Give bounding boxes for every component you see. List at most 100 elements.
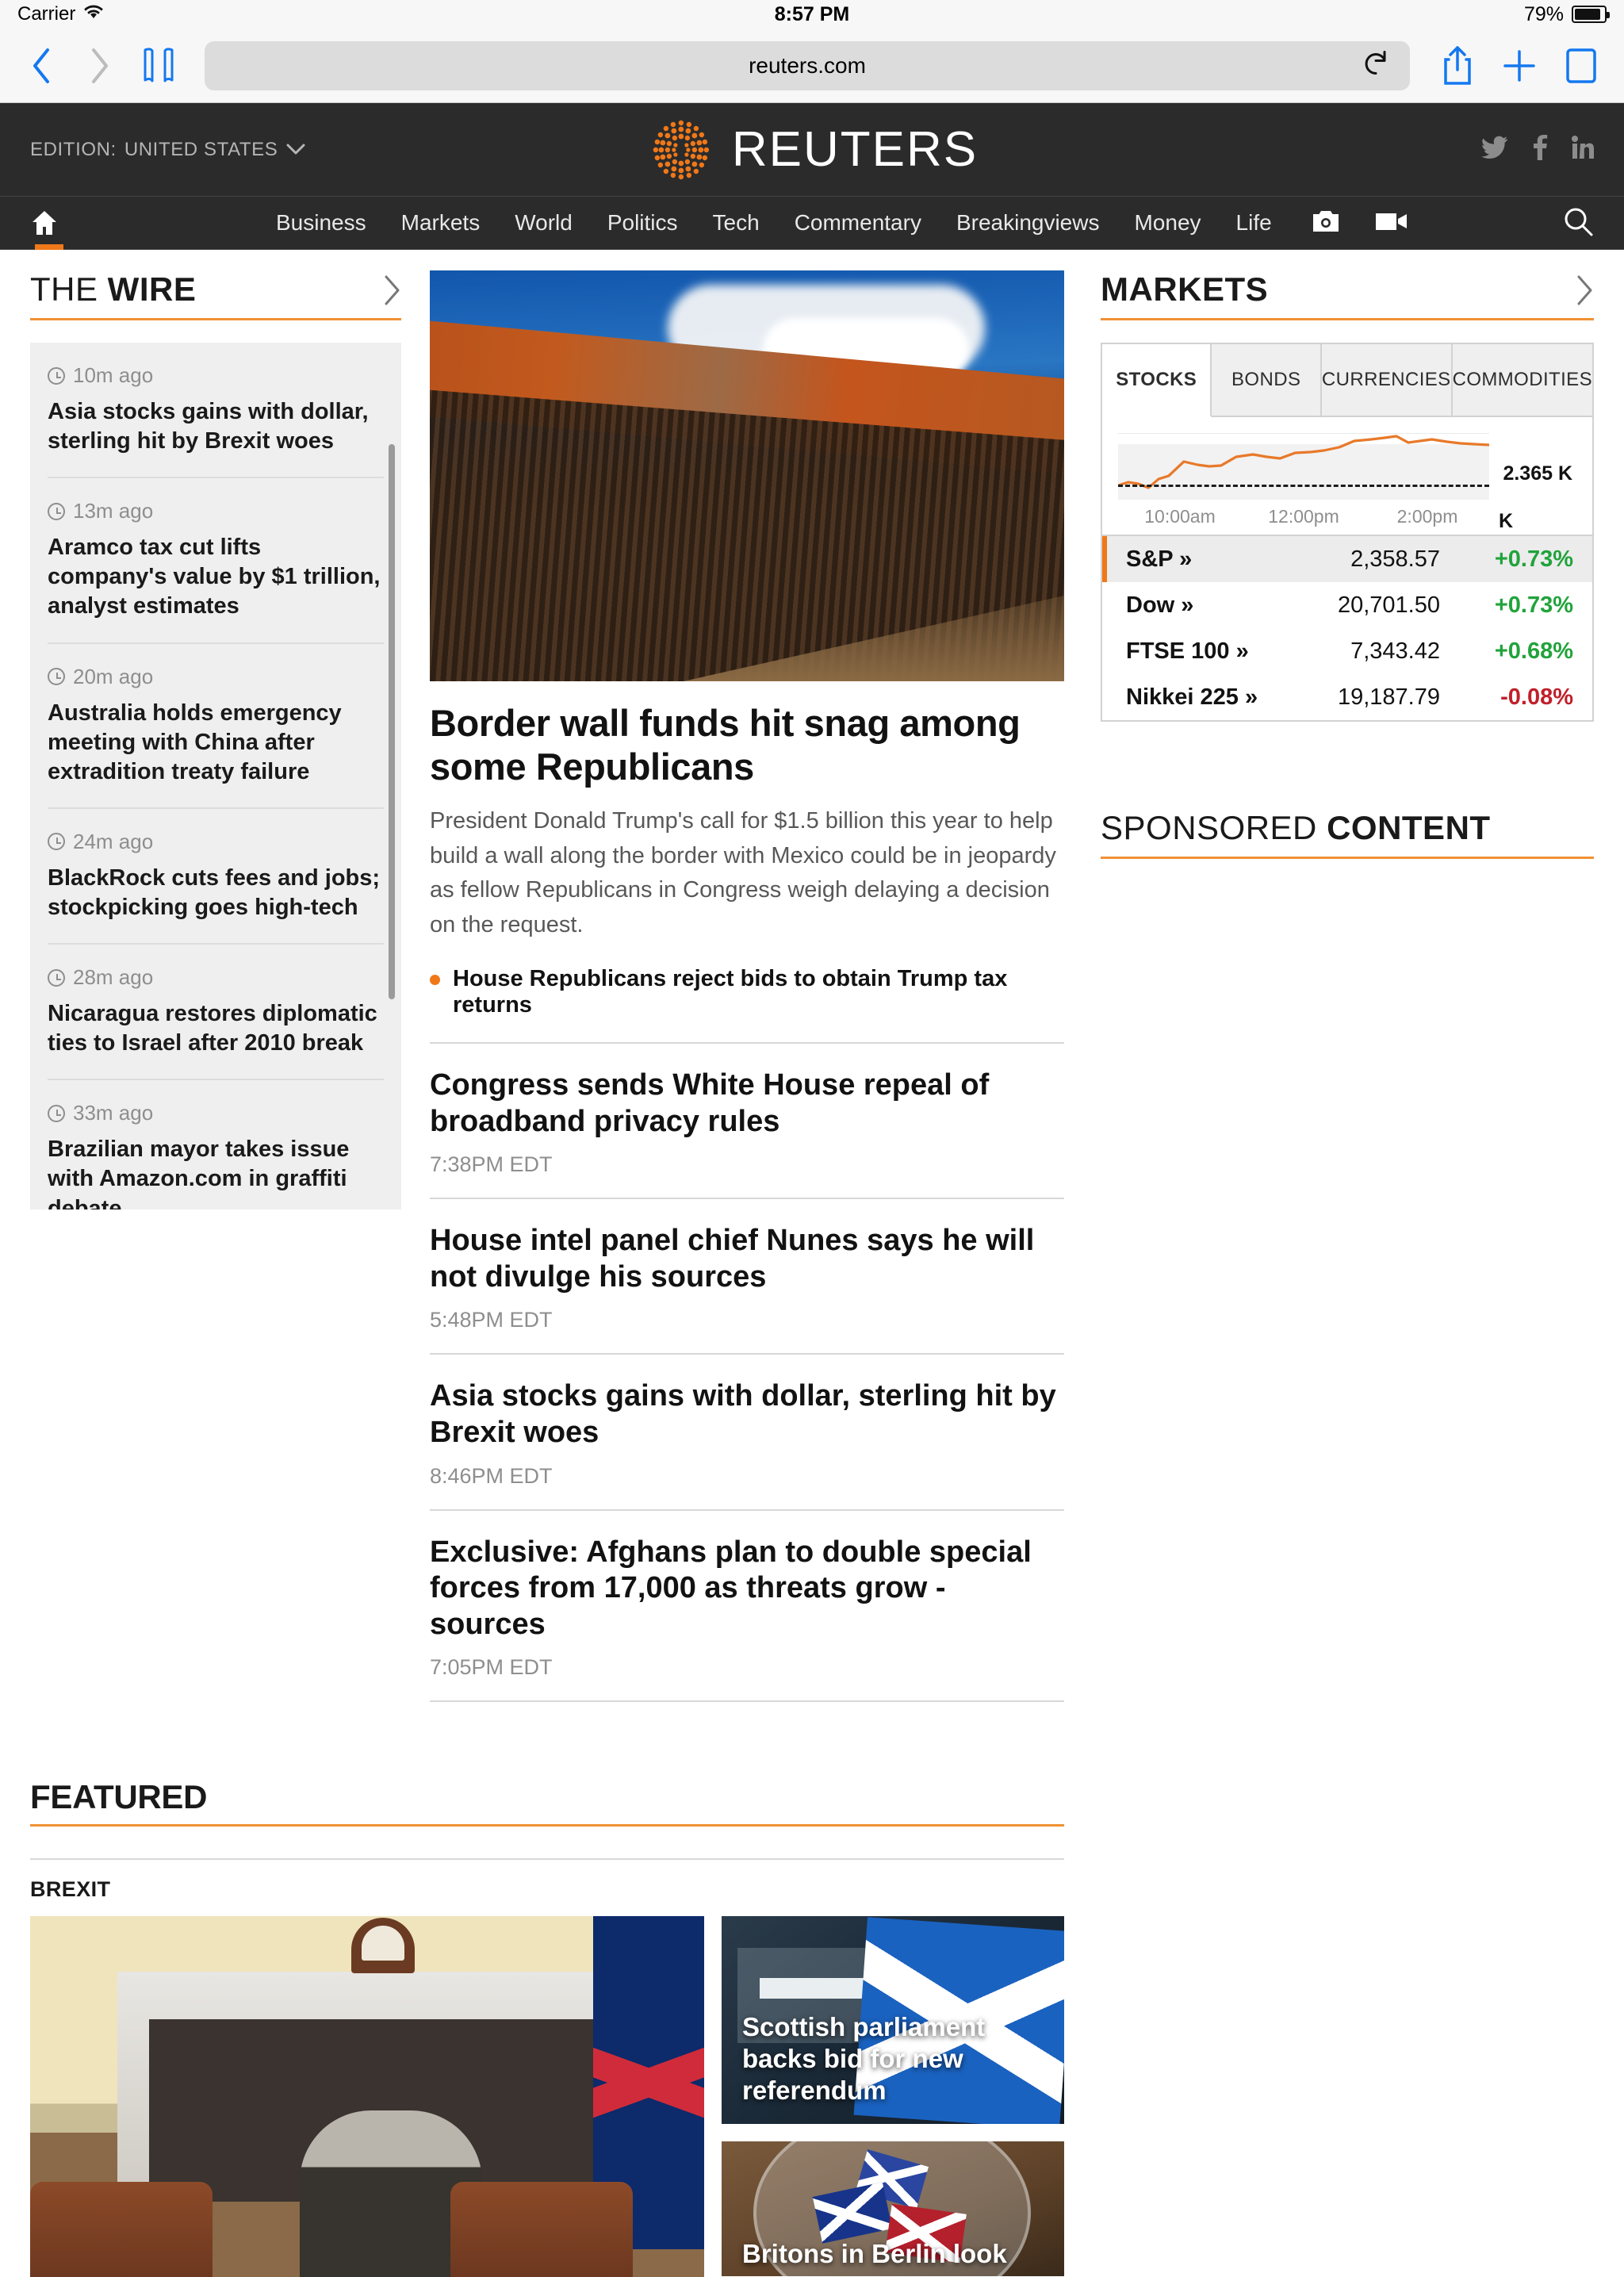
plus-icon[interactable] xyxy=(1499,48,1540,84)
list-item[interactable]: 24m ago BlackRock cuts fees and jobs; st… xyxy=(48,809,384,945)
nav-item-markets[interactable]: Markets xyxy=(401,210,481,236)
markets-card: STOCKS BONDS CURRENCIES COMMODITIES 2.36… xyxy=(1101,343,1594,722)
nav-item-world[interactable]: World xyxy=(515,210,573,236)
list-item[interactable]: 10m ago Asia stocks gains with dollar, s… xyxy=(48,343,384,479)
featured-card-tertiary[interactable]: Britons in Berlin look xyxy=(722,2141,1064,2277)
featured-card-caption: Scottish parliament backs bid for new re… xyxy=(742,2011,986,2106)
story-title: Exclusive: Afghans plan to double specia… xyxy=(430,1535,1032,1641)
sponsored-title-bold: CONTENT xyxy=(1327,809,1491,846)
index-change: +0.73% xyxy=(1494,546,1573,572)
chevron-right-icon[interactable] xyxy=(382,274,401,309)
wire-column: THE WIRE 10m ago Asia stocks gains with … xyxy=(30,270,401,1702)
x-tick: 12:00pm xyxy=(1268,506,1339,527)
share-icon[interactable] xyxy=(1437,44,1478,87)
markets-tabs: STOCKS BONDS CURRENCIES COMMODITIES xyxy=(1102,344,1592,417)
right-rail: MARKETS STOCKS BONDS CURRENCIES COMMODIT… xyxy=(1101,270,1594,1702)
chevron-down-icon xyxy=(285,139,306,161)
nav-item-politics[interactable]: Politics xyxy=(607,210,678,236)
featured-card-primary[interactable] xyxy=(30,1916,704,2277)
battery-icon xyxy=(1572,6,1610,23)
tab-bonds[interactable]: BONDS xyxy=(1212,344,1322,417)
tab-currencies[interactable]: CURRENCIES xyxy=(1321,344,1453,417)
wire-item-time-wrap: 33m ago xyxy=(48,1101,384,1125)
twitter-icon[interactable] xyxy=(1481,136,1508,163)
reuters-dots-icon xyxy=(646,115,716,185)
story-timestamp: 7:05PM EDT xyxy=(430,1655,553,1680)
markets-title: MARKETS xyxy=(1101,270,1269,308)
featured-title: FEATURED xyxy=(30,1778,208,1816)
tabs-icon[interactable] xyxy=(1561,46,1602,86)
wire-item-time-wrap: 10m ago xyxy=(48,363,384,388)
url-bar[interactable]: reuters.com xyxy=(205,40,1410,90)
wire-scrollbar[interactable] xyxy=(389,444,395,999)
tab-commodities[interactable]: COMMODITIES xyxy=(1452,344,1592,417)
x-tick: 10:00am xyxy=(1144,506,1216,527)
list-item[interactable]: 28m ago Nicaragua restores diplomatic ti… xyxy=(48,945,384,1081)
story-row[interactable]: Congress sends White House repeal of bro… xyxy=(430,1044,1064,1200)
search-icon[interactable] xyxy=(1562,205,1594,241)
list-item[interactable]: 13m ago Aramco tax cut lifts company's v… xyxy=(48,478,384,644)
main-column: Border wall funds hit snag among some Re… xyxy=(430,270,1064,1703)
related-link-text: House Republicans reject bids to obtain … xyxy=(453,966,1008,1018)
video-camera-icon[interactable] xyxy=(1375,210,1408,236)
nav-item-breakingviews[interactable]: Breakingviews xyxy=(956,210,1100,236)
sponsored-section-header: SPONSORED CONTENT xyxy=(1101,809,1594,859)
nav-item-money[interactable]: Money xyxy=(1134,210,1201,236)
main-story-headline[interactable]: Border wall funds hit snag among some Re… xyxy=(430,702,1064,788)
index-change: -0.08% xyxy=(1500,684,1573,710)
story-title: Asia stocks gains with dollar, sterling … xyxy=(430,1379,1056,1449)
story-row[interactable]: Exclusive: Afghans plan to double specia… xyxy=(430,1511,1064,1703)
edition-selector[interactable]: EDITION: UNITED STATES xyxy=(30,139,306,161)
featured-section: FEATURED BREXIT Scottish parliament back… xyxy=(0,1778,1624,2277)
table-row[interactable]: FTSE 100 » 7,343.42 +0.68% xyxy=(1102,628,1592,674)
home-icon[interactable] xyxy=(30,196,78,250)
wire-item-title: Asia stocks gains with dollar, sterling … xyxy=(48,399,369,454)
tab-stocks[interactable]: STOCKS xyxy=(1102,344,1212,417)
table-row[interactable]: S&P » 2,358.57 +0.73% xyxy=(1102,536,1592,582)
reuters-wordmark: REUTERS xyxy=(731,122,979,177)
back-chevron-icon[interactable] xyxy=(22,47,60,85)
facebook-icon[interactable] xyxy=(1532,135,1548,164)
wire-item-time: 24m ago xyxy=(73,829,154,853)
table-row[interactable]: Dow » 20,701.50 +0.73% xyxy=(1102,582,1592,628)
status-clock: 8:57 PM xyxy=(774,2,850,25)
reuters-logo[interactable]: REUTERS xyxy=(646,115,978,185)
story-title: Congress sends White House repeal of bro… xyxy=(430,1068,990,1138)
camera-icon[interactable] xyxy=(1312,209,1340,237)
book-icon[interactable] xyxy=(140,47,178,85)
wire-item-time: 20m ago xyxy=(73,664,154,688)
list-item[interactable]: 33m ago Brazilian mayor takes issue with… xyxy=(48,1080,384,1209)
reload-icon[interactable] xyxy=(1362,48,1389,82)
wire-item-time-wrap: 24m ago xyxy=(48,830,384,854)
featured-card-secondary[interactable]: Scottish parliament backs bid for new re… xyxy=(722,1916,1064,2125)
chart-previous-close-line xyxy=(1118,485,1489,487)
chart-plot-area: 2.365 K K xyxy=(1118,430,1572,532)
markets-chart[interactable]: 2.365 K K 10:00am 12:00pm 2:00pm xyxy=(1102,417,1592,535)
nav-item-business[interactable]: Business xyxy=(276,210,366,236)
main-story-related[interactable]: House Republicans reject bids to obtain … xyxy=(430,966,1064,1045)
page-body: THE WIRE 10m ago Asia stocks gains with … xyxy=(0,250,1624,1703)
nav-item-commentary[interactable]: Commentary xyxy=(795,210,921,236)
list-item[interactable]: 20m ago Australia holds emergency meetin… xyxy=(48,644,384,809)
table-row[interactable]: Nikkei 225 » 19,187.79 -0.08% xyxy=(1102,674,1592,720)
index-name: Dow » xyxy=(1126,592,1194,618)
index-value: 2,358.57 xyxy=(1350,546,1440,572)
wire-item-time: 28m ago xyxy=(73,965,154,990)
main-story-image[interactable] xyxy=(430,270,1064,681)
story-timestamp: 8:46PM EDT xyxy=(430,1463,553,1488)
clock-icon xyxy=(48,1104,65,1122)
chevron-right-icon[interactable] xyxy=(1575,274,1594,309)
clock-icon xyxy=(48,502,65,520)
linkedin-icon[interactable] xyxy=(1572,136,1594,163)
main-story-summary: President Donald Trump's call for $1.5 b… xyxy=(430,808,1056,937)
wire-list[interactable]: 10m ago Asia stocks gains with dollar, s… xyxy=(30,343,401,1209)
reuters-masthead: EDITION: UNITED STATES REUTERS xyxy=(0,103,1624,196)
story-row[interactable]: Asia stocks gains with dollar, sterling … xyxy=(430,1355,1064,1511)
edition-label: EDITION: xyxy=(30,138,117,160)
wire-item-time: 33m ago xyxy=(73,1101,154,1125)
story-row[interactable]: House intel panel chief Nunes says he wi… xyxy=(430,1199,1064,1355)
nav-item-tech[interactable]: Tech xyxy=(713,210,760,236)
forward-chevron-icon[interactable] xyxy=(81,47,119,85)
nav-item-life[interactable]: Life xyxy=(1236,210,1272,236)
featured-card-caption: Britons in Berlin look xyxy=(742,2239,1007,2269)
